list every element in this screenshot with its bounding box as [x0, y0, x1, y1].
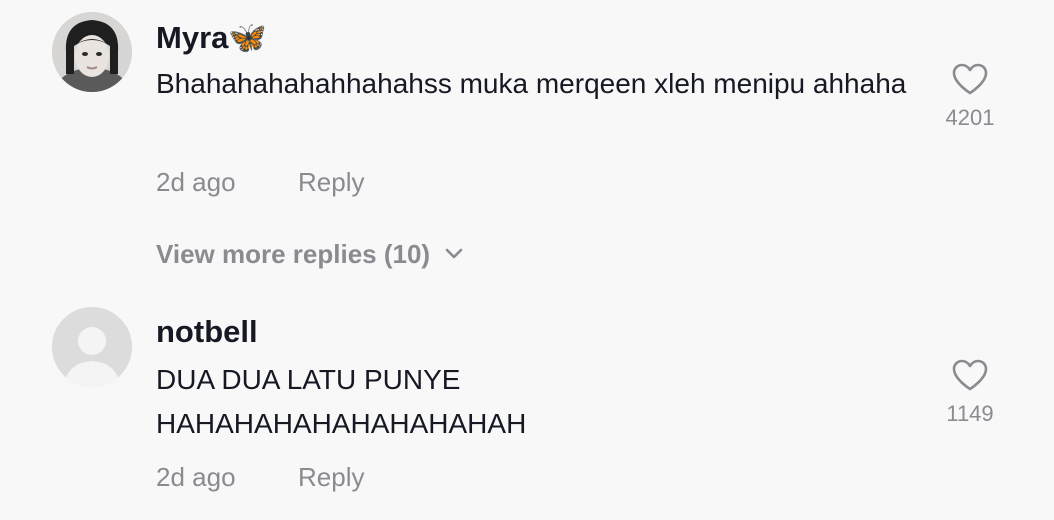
heart-outline-icon	[952, 63, 988, 95]
view-more-replies-button[interactable]: View more replies (10)	[156, 236, 464, 272]
view-more-label: View more replies (10)	[156, 239, 431, 269]
avatar[interactable]	[52, 307, 132, 387]
comment-myra: Myra🦋 Bhahahahahahhahahss muka merqeen x…	[0, 0, 1054, 230]
like-button[interactable]: 4201	[930, 62, 1010, 133]
comment-timestamp: 2d ago	[156, 167, 236, 197]
comment-username[interactable]: Myra🦋	[156, 18, 267, 58]
comment-text: Bhahahahahahhahahss muka merqeen xleh me…	[156, 68, 907, 99]
heart-outline-icon	[952, 359, 988, 391]
comment-username[interactable]: notbell	[156, 312, 258, 352]
like-count: 4201	[945, 105, 995, 130]
user-photo-avatar	[52, 12, 132, 92]
chevron-down-icon	[445, 248, 463, 259]
like-count: 1149	[946, 401, 994, 426]
reply-button[interactable]: Reply	[298, 459, 364, 495]
avatar[interactable]	[52, 12, 132, 92]
comment-notbell: notbell DUA DUA LATU PUNYE HAHAHAHAHAHAH…	[0, 300, 1054, 520]
comment-timestamp: 2d ago	[156, 462, 236, 492]
like-button[interactable]: 1149	[930, 358, 1010, 429]
reply-button[interactable]: Reply	[298, 164, 364, 200]
person-silhouette-icon	[52, 307, 132, 387]
comment-text: DUA DUA LATU PUNYE HAHAHAHAHAHAHAHAHAH	[156, 364, 527, 439]
